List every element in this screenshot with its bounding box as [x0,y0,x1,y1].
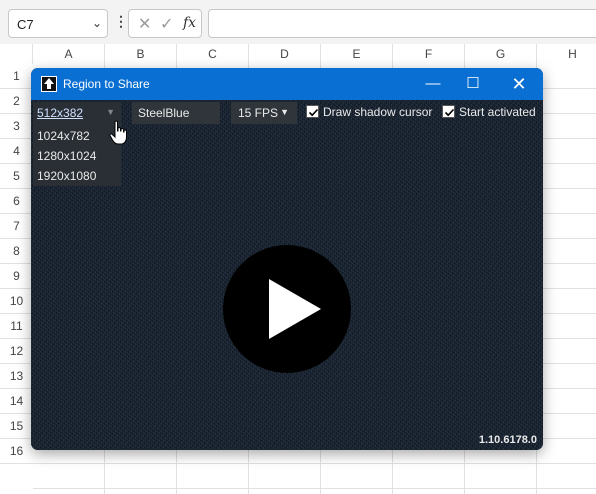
minimize-button[interactable]: — [411,68,455,100]
row-header[interactable]: 14 [0,389,33,414]
name-box[interactable]: C7 ⌄ [8,9,108,38]
maximize-button[interactable]: ☐ [451,68,495,100]
resolution-options-list: 1024x782 1280x1024 1920x1080 [33,124,121,186]
start-activated-label: Start activated [459,105,536,119]
enter-icon[interactable]: ✓ [160,14,173,34]
row-header[interactable]: 2 [0,89,33,114]
row-header[interactable]: 5 [0,164,33,189]
resolution-option[interactable]: 1024x782 [37,129,90,143]
row-header[interactable]: 9 [0,264,33,289]
column-headers: ABCDEFGH [0,44,596,64]
window-title: Region to Share [63,77,150,91]
column-header[interactable]: C [177,44,249,64]
row-header[interactable]: 10 [0,289,33,314]
row-header[interactable]: 12 [0,339,33,364]
column-header[interactable]: D [249,44,321,64]
column-header[interactable]: H [537,44,596,64]
region-to-share-window: Region to Share — ☐ ✕ 512x382 ▼ 1024x782… [31,68,543,450]
title-bar[interactable]: Region to Share — ☐ ✕ [31,68,543,100]
row-header[interactable]: 11 [0,314,33,339]
dropdown-arrow-icon: ▼ [106,107,115,117]
resolution-option[interactable]: 1920x1080 [37,169,96,183]
play-icon [269,279,321,339]
row-header[interactable]: 13 [0,364,33,389]
resolution-select[interactable]: 512x382 ▼ [33,102,121,124]
formula-buttons: ✕ ✓ fx [128,9,202,38]
column-header[interactable]: B [105,44,177,64]
color-select[interactable]: SteelBlue [132,102,220,124]
color-selected-value: SteelBlue [138,106,190,120]
hand-cursor-icon [109,120,127,145]
select-all-corner[interactable] [0,44,33,64]
formula-input[interactable] [208,9,596,38]
checkbox-checked-icon[interactable] [306,105,319,118]
column-header[interactable]: F [393,44,465,64]
row-header[interactable]: 3 [0,114,33,139]
version-label: 1.10.6178.0 [478,434,537,446]
column-header[interactable]: E [321,44,393,64]
row-header[interactable]: 1 [0,64,33,89]
row-header[interactable]: 15 [0,414,33,439]
row-header[interactable]: 8 [0,239,33,264]
resolution-option[interactable]: 1280x1024 [37,149,96,163]
cancel-icon[interactable]: ✕ [138,14,151,34]
column-header[interactable]: G [465,44,537,64]
close-button[interactable]: ✕ [497,68,541,100]
draw-shadow-cursor-label: Draw shadow cursor [323,105,433,119]
fps-selected-value: 15 FPS [238,106,279,120]
capture-area[interactable]: 512x382 ▼ 1024x782 1280x1024 1920x1080 S… [31,100,543,450]
fps-select[interactable]: 15 FPS ▼ [231,102,297,124]
row-header[interactable]: 4 [0,139,33,164]
row-header[interactable]: 6 [0,189,33,214]
column-header[interactable]: A [33,44,105,64]
chevron-down-icon[interactable]: ⌄ [92,16,102,30]
name-box-value: C7 [17,17,34,32]
row-header[interactable]: 16 [0,439,33,464]
dropdown-arrow-icon: ▼ [280,107,289,117]
row-header[interactable]: 7 [0,214,33,239]
more-options-icon[interactable]: ⋮ [114,13,128,30]
upload-arrow-icon [41,76,57,92]
row-headers: 1 2 3 4 5 6 7 8 9 10 11 12 13 14 15 16 [0,64,33,494]
formula-bar: C7 ⌄ ⋮ ✕ ✓ fx [0,0,596,44]
resolution-selected-value: 512x382 [37,106,84,120]
checkbox-checked-icon[interactable] [442,105,455,118]
play-button[interactable] [223,245,351,373]
insert-function-icon[interactable]: fx [183,15,196,31]
